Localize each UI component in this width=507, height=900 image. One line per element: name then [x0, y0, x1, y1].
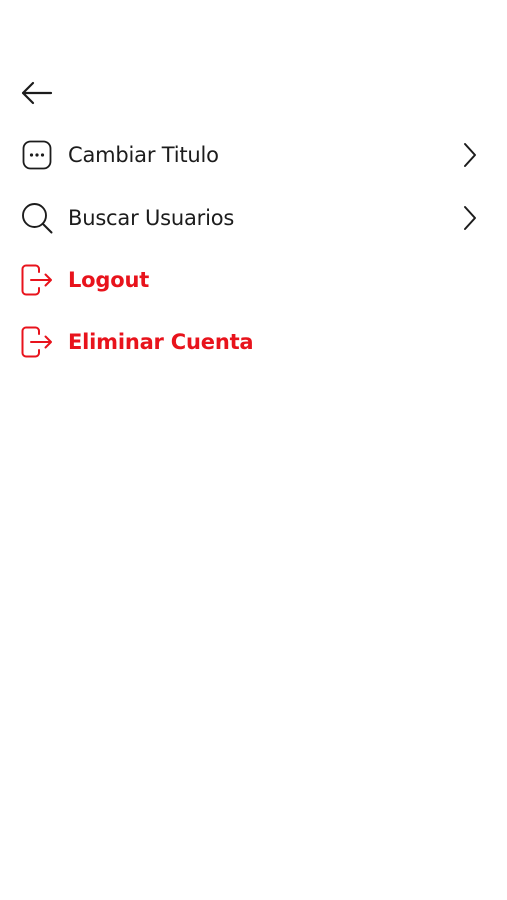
menu-item-label: Buscar Usuarios [68, 205, 235, 230]
menu-item-cambiar-titulo[interactable]: Cambiar Titulo [0, 124, 507, 186]
logout-icon [20, 263, 54, 297]
menu-item-logout[interactable]: Logout [0, 249, 507, 311]
menu-item-eliminar-cuenta[interactable]: Eliminar Cuenta [0, 311, 507, 373]
menu-item-label: Eliminar Cuenta [68, 330, 254, 355]
arrow-left-icon [21, 81, 53, 105]
settings-menu: Cambiar Titulo Buscar Usuarios Logout El… [0, 124, 507, 374]
chevron-right-icon [458, 141, 482, 169]
menu-item-buscar-usuarios[interactable]: Buscar Usuarios [0, 186, 507, 248]
menu-item-label: Logout [68, 267, 150, 292]
menu-item-label: Cambiar Titulo [68, 143, 219, 168]
logout-icon [20, 325, 54, 359]
chat-bubble-dots-icon [20, 138, 54, 172]
chevron-right-icon [458, 204, 482, 232]
back-button[interactable] [16, 76, 56, 110]
search-icon [20, 201, 54, 235]
